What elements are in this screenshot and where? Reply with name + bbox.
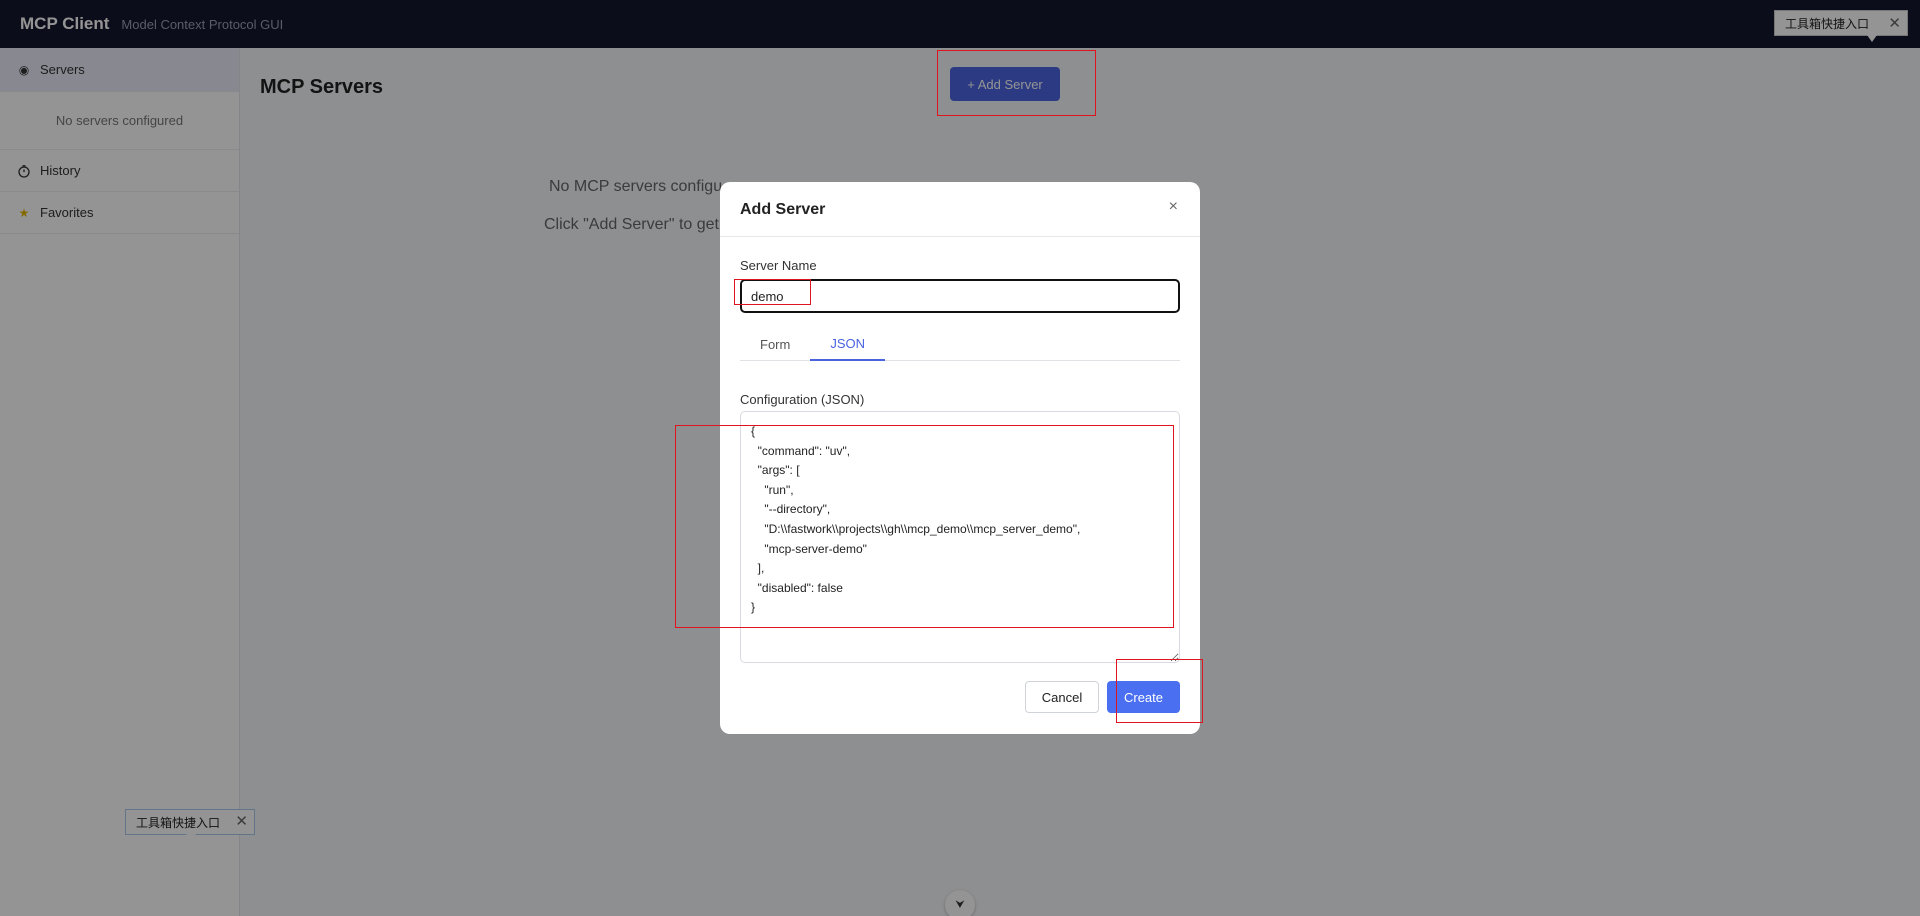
create-button[interactable]: Create <box>1107 681 1180 713</box>
dialog-title: Add Server <box>740 201 826 218</box>
server-name-label: Server Name <box>740 258 817 273</box>
tab-json[interactable]: JSON <box>810 328 886 361</box>
config-json-textarea[interactable]: { "command": "uv", "args": [ "run", "--d… <box>740 411 1180 663</box>
dialog-header: Add Server × <box>720 182 1200 237</box>
server-name-input[interactable] <box>740 279 1180 313</box>
config-label: Configuration (JSON) <box>740 392 865 407</box>
config-mode-tabs: Form JSON <box>740 328 1180 361</box>
cancel-button[interactable]: Cancel <box>1025 681 1099 713</box>
add-server-dialog: Add Server × Server Name Form JSON Confi… <box>720 182 1200 734</box>
close-icon[interactable]: × <box>1169 198 1178 216</box>
tab-form[interactable]: Form <box>740 328 810 361</box>
